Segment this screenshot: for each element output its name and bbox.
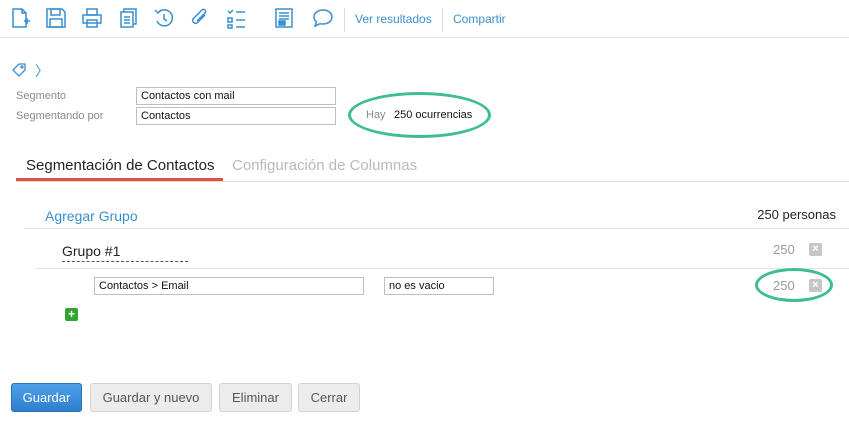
- hay-label: Hay: [366, 109, 386, 121]
- condition-field-input[interactable]: [94, 277, 364, 295]
- new-document-icon[interactable]: [9, 7, 31, 29]
- guardar-y-nuevo-button[interactable]: Guardar y nuevo: [90, 383, 212, 412]
- condition-divider: [36, 268, 849, 269]
- delete-group-icon[interactable]: ×: [809, 243, 822, 256]
- tag-icon[interactable]: [12, 63, 27, 77]
- delete-condition-icon[interactable]: ×: [809, 279, 822, 292]
- group-title[interactable]: Grupo #1: [62, 243, 120, 259]
- save-icon[interactable]: [45, 7, 67, 29]
- guardar-button[interactable]: Guardar: [11, 383, 82, 412]
- tab-segmentacion-contactos[interactable]: Segmentación de Contactos: [26, 157, 214, 174]
- comment-icon[interactable]: [312, 7, 334, 29]
- tabs-divider: [16, 181, 849, 182]
- group-divider: [24, 228, 849, 229]
- segmento-label: Segmento: [16, 90, 67, 102]
- toolbar-divider: [344, 8, 345, 32]
- report-icon[interactable]: [273, 7, 295, 29]
- tab-configuracion-columnas[interactable]: Configuración de Columnas: [232, 157, 417, 174]
- segmentando-por-input[interactable]: [136, 107, 336, 125]
- ocurrencias-count: 250 ocurrencias: [394, 109, 473, 121]
- total-personas: 250 personas: [757, 207, 836, 222]
- group-title-underline: [62, 261, 188, 262]
- toolbar-divider: [442, 8, 443, 32]
- cerrar-button[interactable]: Cerrar: [298, 383, 360, 412]
- breadcrumb-separator: 〉: [35, 63, 49, 79]
- ver-resultados-link[interactable]: Ver resultados: [355, 12, 432, 26]
- add-condition-icon[interactable]: +: [65, 308, 78, 321]
- toolbar: Ver resultados Compartir: [0, 0, 849, 38]
- history-icon[interactable]: [153, 7, 175, 29]
- condition-count: 250: [773, 278, 795, 293]
- copy-icon[interactable]: [117, 7, 139, 29]
- attachment-icon[interactable]: [189, 7, 211, 29]
- checklist-icon[interactable]: [225, 7, 247, 29]
- segmento-input[interactable]: [136, 87, 336, 105]
- condition-operator-input[interactable]: [384, 277, 494, 295]
- compartir-link[interactable]: Compartir: [453, 12, 506, 26]
- group-count: 250: [773, 242, 795, 257]
- agregar-grupo-link[interactable]: Agregar Grupo: [45, 208, 138, 224]
- segmentando-por-label: Segmentando por: [16, 110, 104, 122]
- eliminar-button[interactable]: Eliminar: [219, 383, 292, 412]
- print-icon[interactable]: [81, 7, 103, 29]
